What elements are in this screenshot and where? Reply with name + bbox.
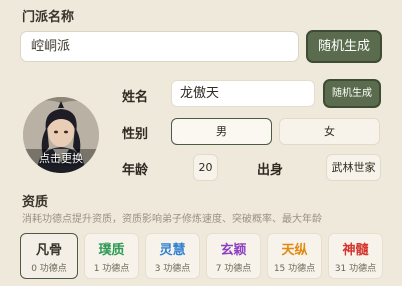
- aptitude-cost: 0 功德点: [31, 264, 67, 274]
- origin-value[interactable]: 武林世家: [326, 154, 381, 181]
- age-label: 年龄: [122, 163, 149, 178]
- aptitude-cost: 31 功德点: [334, 264, 377, 274]
- gender-label: 性别: [122, 127, 149, 142]
- aptitude-cost: 3 功德点: [154, 264, 191, 274]
- gender-option-male[interactable]: 男: [171, 118, 272, 145]
- aptitude-cost: 15 功德点: [273, 264, 316, 274]
- aptitude-option-3[interactable]: 玄颖 7 功德点: [206, 233, 261, 279]
- name-label: 姓名: [122, 90, 149, 105]
- aptitude-option-5[interactable]: 神髓 31 功德点: [328, 233, 383, 279]
- sect-name-input[interactable]: 崆峒派: [20, 31, 299, 62]
- aptitude-title: 资质: [22, 195, 49, 210]
- change-avatar-label[interactable]: 点击更换: [23, 150, 99, 166]
- aptitude-option-2[interactable]: 灵慧 3 功德点: [145, 233, 200, 279]
- age-value[interactable]: 20: [193, 154, 218, 181]
- aptitude-name: 天纵: [281, 243, 308, 258]
- character-name-input[interactable]: 龙傲天: [171, 80, 315, 107]
- aptitude-option-1[interactable]: 璞质 1 功德点: [84, 233, 139, 279]
- gender-option-female[interactable]: 女: [279, 118, 380, 145]
- aptitude-cost: 7 功德点: [215, 264, 252, 274]
- random-sect-name-button[interactable]: 随机生成: [306, 30, 382, 63]
- aptitude-name: 神髓: [342, 243, 369, 258]
- aptitude-cost: 1 功德点: [93, 264, 130, 274]
- aptitude-name: 玄颖: [220, 243, 247, 258]
- sect-name-title: 门派名称: [22, 10, 75, 25]
- aptitude-option-0[interactable]: 凡骨 0 功德点: [20, 233, 78, 279]
- aptitude-name: 凡骨: [35, 243, 62, 258]
- aptitude-name: 灵慧: [159, 243, 186, 258]
- origin-label: 出身: [257, 163, 284, 178]
- aptitude-option-4[interactable]: 天纵 15 功德点: [267, 233, 322, 279]
- aptitude-name: 璞质: [98, 243, 125, 258]
- random-name-button[interactable]: 随机生成: [323, 79, 381, 108]
- aptitude-description: 消耗功德点提升资质，资质影响弟子修炼速度、突破概率、最大年龄: [22, 214, 322, 225]
